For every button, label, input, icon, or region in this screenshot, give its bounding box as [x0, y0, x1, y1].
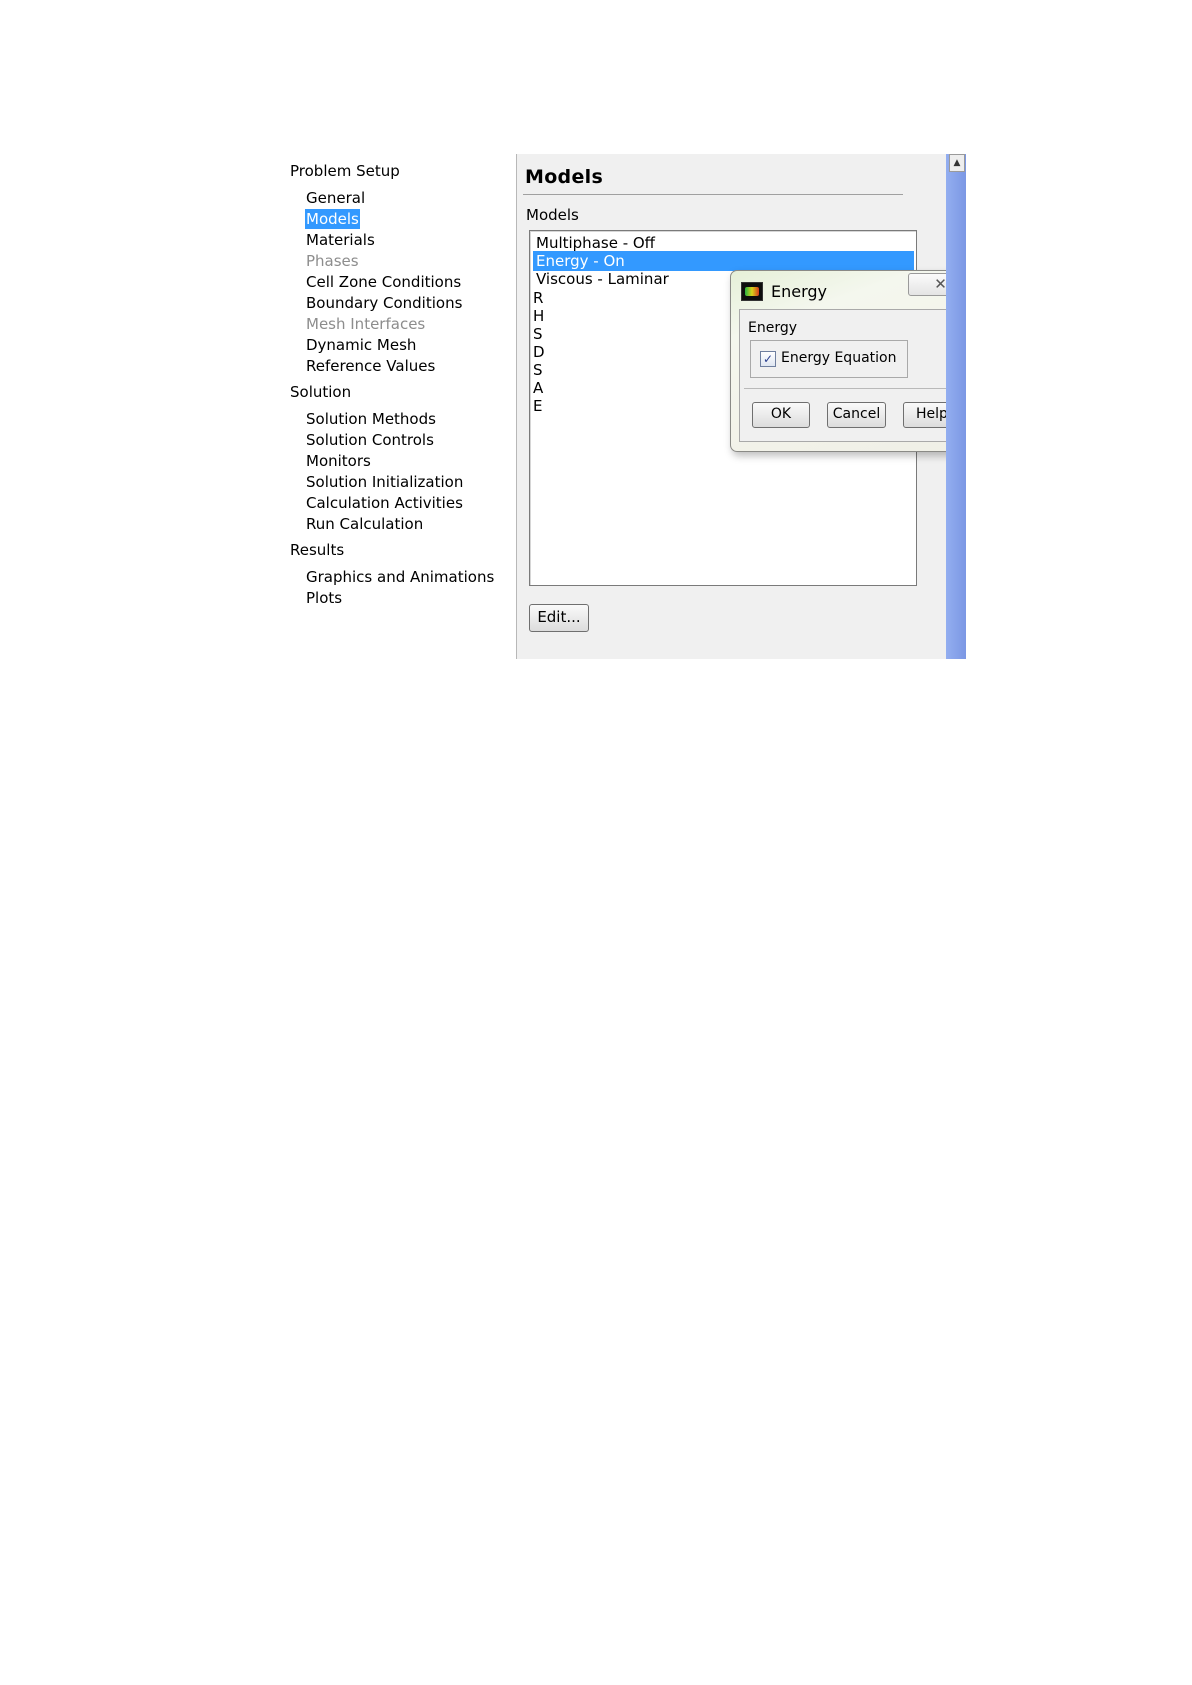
nav-item-general[interactable]: General — [305, 188, 366, 208]
list-item-hidden[interactable]: R — [533, 289, 547, 307]
nav-item-phases: Phases — [306, 252, 359, 270]
panel-title: Models — [525, 166, 604, 188]
nav-item-plots[interactable]: Plots — [305, 588, 343, 608]
models-list-label: Models — [526, 206, 579, 224]
fluent-app-icon — [741, 282, 763, 301]
nav-item-calculation-activities[interactable]: Calculation Activities — [305, 493, 464, 513]
list-item-energy[interactable]: Energy - On — [533, 251, 914, 271]
energy-group-box: ✓ Energy Equation — [750, 340, 908, 378]
nav-item-monitors[interactable]: Monitors — [305, 451, 372, 471]
nav-item-cell-zone-conditions[interactable]: Cell Zone Conditions — [305, 272, 462, 292]
nav-heading-results[interactable]: Results — [290, 541, 344, 559]
dialog-divider — [744, 388, 965, 389]
navigation-tree: Problem Setup General Models Materials P… — [290, 154, 510, 659]
nav-item-models[interactable]: Models — [305, 209, 360, 229]
energy-dialog: Energy ✕ Energy ✓ Energy Equation OK Can… — [730, 270, 966, 452]
nav-item-cut-off[interactable]: ​ — [305, 609, 307, 629]
nav-item-dynamic-mesh[interactable]: Dynamic Mesh — [305, 335, 417, 355]
models-task-panel: Models Models Multiphase - Off Energy - … — [516, 154, 966, 659]
list-item-multiphase[interactable]: Multiphase - Off — [533, 233, 914, 253]
nav-item-run-calculation[interactable]: Run Calculation — [305, 514, 424, 534]
list-item-hidden[interactable]: S — [533, 325, 547, 343]
dialog-title: Energy — [771, 282, 828, 301]
title-divider — [523, 194, 903, 195]
cancel-button[interactable]: Cancel — [827, 402, 886, 428]
scroll-up-arrow-icon[interactable]: ▲ — [949, 154, 965, 172]
nav-item-solution-methods[interactable]: Solution Methods — [305, 409, 437, 429]
nav-heading-problem-setup[interactable]: Problem Setup — [290, 162, 400, 180]
list-item-hidden[interactable]: D — [533, 343, 547, 361]
dialog-body: Energy ✓ Energy Equation OK Cancel Help — [739, 309, 966, 442]
nav-item-solution-initialization[interactable]: Solution Initialization — [305, 472, 464, 492]
fluent-screenshot: Problem Setup General Models Materials P… — [290, 154, 966, 659]
list-item-hidden[interactable]: E — [533, 397, 547, 415]
list-item-hidden[interactable]: S — [533, 361, 547, 379]
nav-item-boundary-conditions[interactable]: Boundary Conditions — [305, 293, 463, 313]
list-item-hidden[interactable]: A — [533, 379, 547, 397]
nav-heading-solution[interactable]: Solution — [290, 383, 351, 401]
nav-item-materials[interactable]: Materials — [305, 230, 376, 250]
ok-button[interactable]: OK — [752, 402, 810, 428]
edit-button[interactable]: Edit... — [529, 604, 589, 632]
energy-group-label: Energy — [748, 320, 798, 336]
energy-equation-checkbox[interactable]: ✓ — [760, 351, 776, 367]
energy-equation-label[interactable]: Energy Equation — [781, 350, 896, 366]
nav-item-reference-values[interactable]: Reference Values — [305, 356, 436, 376]
nav-item-solution-controls[interactable]: Solution Controls — [305, 430, 435, 450]
scrollbar[interactable]: ▲ — [946, 154, 966, 659]
nav-item-mesh-interfaces: Mesh Interfaces — [306, 315, 426, 333]
list-item-hidden[interactable]: H — [533, 307, 547, 325]
nav-item-graphics-and-animations[interactable]: Graphics and Animations — [305, 567, 495, 587]
